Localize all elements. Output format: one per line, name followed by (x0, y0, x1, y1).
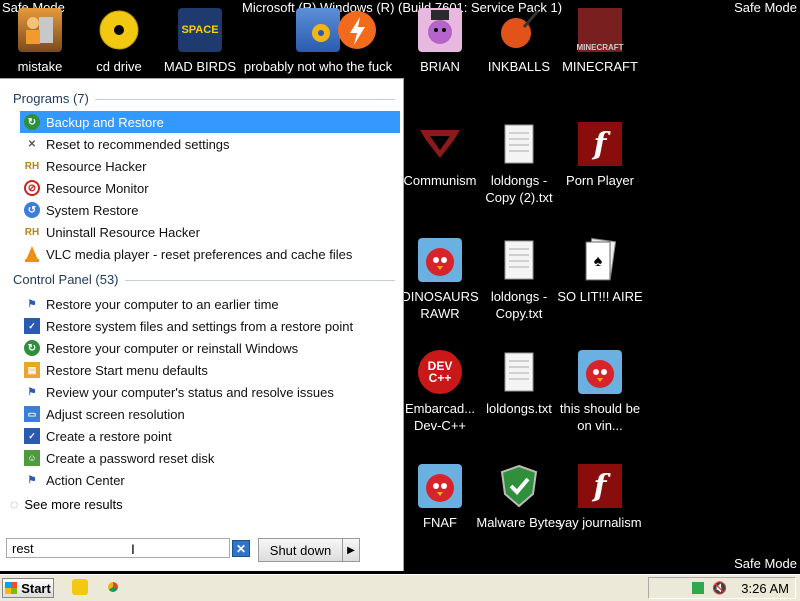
cp-restore-start-menu-defaults[interactable]: ▤ Restore Start menu defaults (20, 359, 400, 381)
resource-hacker-icon: RH (24, 226, 40, 238)
start-button[interactable]: Start (2, 578, 54, 598)
program-resource-hacker[interactable]: RH Resource Hacker (20, 155, 400, 177)
explorer-icon[interactable] (72, 579, 88, 595)
program-backup-and-restore[interactable]: ↻ Backup and Restore (20, 111, 400, 133)
angry-birds-space-icon: SPACE (178, 8, 222, 52)
system-tray: 🔇 3:26 AM (648, 577, 796, 599)
cp-adjust-resolution[interactable]: ▭ Adjust screen resolution (20, 403, 400, 425)
windows-logo-icon (5, 582, 18, 594)
game-character-icon (418, 8, 462, 52)
control-panel-section-header: Control Panel (53) (13, 272, 395, 287)
taskbar: Start 🔇 3:26 AM (0, 574, 800, 601)
program-vlc-reset[interactable]: VLC media player - reset preferences and… (20, 243, 400, 265)
taskbar-settings-icon: ▤ (24, 362, 40, 378)
action-center-flag-icon: ⚑ (27, 298, 37, 310)
minecraft-icon: MINECRAFT (576, 8, 624, 52)
desktop-icon-dinosaurs-rawr[interactable]: DINOSAURS RAWR (397, 238, 483, 322)
dev-cpp-icon: DEV C++ (418, 350, 462, 394)
angry-birds-icon (578, 350, 622, 394)
network-icon[interactable] (692, 582, 705, 594)
program-resource-monitor[interactable]: ⊘ Resource Monitor (20, 177, 400, 199)
action-center-flag-icon: ⚑ (27, 386, 37, 398)
shutdown-options-arrow-icon[interactable]: ▶ (343, 538, 360, 562)
resource-monitor-icon: ⊘ (24, 180, 40, 196)
section-divider (125, 280, 395, 281)
cp-restore-earlier-time[interactable]: ⚑ Restore your computer to an earlier ti… (20, 293, 400, 315)
angry-birds-icon (418, 238, 462, 282)
desktop-icon-mad-birds[interactable]: SPACE MAD BIRDS (157, 8, 243, 75)
chrome-icon[interactable] (105, 579, 121, 595)
desktop-icon-mistake[interactable]: mistake (0, 8, 83, 75)
desktop-icon-so-lit-aire[interactable]: ♠ SO LIT!!! AIRE (557, 238, 643, 305)
desktop-icon-avast[interactable] (314, 8, 400, 58)
desktop-icon-yay-journalism[interactable]: f yay journalism (557, 464, 643, 531)
text-file-icon (497, 122, 541, 166)
inkball-icon (497, 8, 541, 52)
desktop-icon-cd-drive[interactable]: cd drive (76, 8, 162, 75)
vlc-cone-icon (24, 246, 40, 262)
flash-player-icon: f (578, 122, 622, 166)
cp-restore-or-reinstall[interactable]: ↻ Restore your computer or reinstall Win… (20, 337, 400, 359)
desktop-icon-fnaf[interactable]: FNAF (397, 464, 483, 531)
spinner-icon: ◌ (10, 496, 19, 512)
desktop-icon-communism[interactable]: Communism (397, 122, 483, 189)
recovery-icon: ↻ (24, 340, 40, 356)
desktop-icon-inkballs[interactable]: INKBALLS (476, 8, 562, 75)
cp-review-status[interactable]: ⚑ Review your computer's status and reso… (20, 381, 400, 403)
desktop-icon-minecraft[interactable]: MINECRAFT MINECRAFT (557, 8, 643, 75)
section-divider (95, 99, 395, 100)
program-system-restore[interactable]: ↺ System Restore (20, 199, 400, 221)
clear-search-icon[interactable]: ✕ (232, 540, 250, 557)
desktop-icon-loldongs-copy-2[interactable]: loldongs - Copy (2).txt (476, 122, 562, 206)
desktop-icon-dev-cpp[interactable]: DEV C++ Embarcad... Dev-C++ (397, 350, 483, 434)
cd-drive-icon (97, 8, 141, 52)
svg-text:♠: ♠ (594, 253, 603, 270)
start-search: ✕ (6, 538, 250, 560)
text-file-icon (497, 238, 541, 282)
system-restore-icon: ↺ (24, 202, 40, 218)
user-accounts-icon: ☺ (24, 450, 40, 466)
shutdown-button[interactable]: Shut down (258, 538, 343, 562)
system-monitor-icon: ✓ (24, 428, 40, 444)
tools-icon: ✕ (27, 138, 37, 150)
cp-restore-system-files[interactable]: ✓ Restore system files and settings from… (20, 315, 400, 337)
papers-please-icon (418, 122, 462, 166)
desktop-icon-loldongs[interactable]: loldongs.txt (476, 350, 562, 417)
volume-muted-icon[interactable]: 🔇 (712, 581, 727, 595)
cp-password-reset-disk[interactable]: ☺ Create a password reset disk (20, 447, 400, 469)
search-input[interactable] (6, 538, 230, 558)
desktop-icon-this-should-be[interactable]: this should be on vin... (557, 350, 643, 434)
backup-restore-icon: ↻ (24, 114, 40, 130)
program-uninstall-resource-hacker[interactable]: RH Uninstall Resource Hacker (20, 221, 400, 243)
clock[interactable]: 3:26 AM (741, 581, 789, 596)
cp-create-restore-point[interactable]: ✓ Create a restore point (20, 425, 400, 447)
flash-player-icon: f (578, 464, 622, 508)
desktop-icon-brian[interactable]: BRIAN (397, 8, 483, 75)
user-computer-icon (18, 8, 62, 52)
program-reset-recommended[interactable]: ✕ Reset to recommended settings (20, 133, 400, 155)
text-file-icon (497, 350, 541, 394)
desktop-icon-malware-bytes[interactable]: Malware Bytes (476, 464, 562, 531)
desktop-icon-porn-player[interactable]: f Porn Player (557, 122, 643, 189)
desktop-icon-loldongs-copy[interactable]: loldongs - Copy.txt (476, 238, 562, 322)
display-icon: ▭ (24, 406, 40, 422)
cp-action-center[interactable]: ⚑ Action Center (20, 469, 400, 491)
programs-section-header: Programs (7) (13, 91, 395, 106)
avast-icon (335, 8, 379, 52)
malwarebytes-shield-icon (497, 464, 541, 508)
safe-mode-label-bottom-right: Safe Mode (734, 556, 797, 571)
angry-birds-icon (418, 464, 462, 508)
system-monitor-icon: ✓ (24, 318, 40, 334)
see-more-results[interactable]: ◌ See more results (10, 496, 123, 512)
solitaire-icon: ♠ (578, 238, 622, 282)
resource-hacker-icon: RH (24, 160, 40, 172)
safe-mode-label-top-right: Safe Mode (734, 0, 797, 15)
text-cursor-icon: I (131, 541, 135, 557)
action-center-flag-icon: ⚑ (27, 474, 37, 486)
